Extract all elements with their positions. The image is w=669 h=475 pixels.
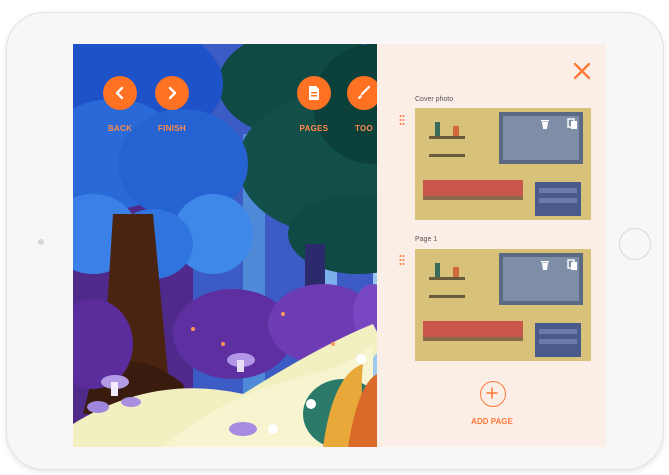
tablet-camera <box>38 239 44 245</box>
finish-button[interactable] <box>155 76 189 110</box>
add-page-label[interactable]: ADD PAGE <box>457 417 527 426</box>
finish-label: FINISH <box>157 124 187 133</box>
page-label-cover: Cover photo <box>415 96 454 103</box>
copy-icon[interactable] <box>567 118 578 130</box>
tools-button[interactable] <box>347 76 381 110</box>
drag-handle-icon[interactable] <box>399 114 405 126</box>
back-button[interactable] <box>103 76 137 110</box>
drag-handle-icon[interactable] <box>399 254 405 266</box>
brush-icon <box>358 85 371 99</box>
chevron-right-icon <box>168 86 177 100</box>
add-page-button[interactable] <box>480 381 506 407</box>
trash-icon[interactable] <box>540 118 550 130</box>
room-illustration <box>415 249 591 361</box>
trash-icon[interactable] <box>540 259 550 271</box>
page-thumbnail-page-1[interactable] <box>415 249 591 361</box>
page-thumbnail-cover[interactable] <box>415 108 591 220</box>
page-label-page-1: Page 1 <box>415 236 438 243</box>
plus-icon <box>485 386 498 399</box>
pages-panel: Cover photo Page 1 ADD PAGE <box>377 44 606 447</box>
close-icon[interactable] <box>572 61 592 81</box>
chevron-left-icon <box>115 86 124 100</box>
home-button[interactable] <box>619 228 651 260</box>
pages-label: PAGES <box>299 124 329 133</box>
copy-icon[interactable] <box>567 259 578 271</box>
room-illustration <box>415 108 591 220</box>
pages-button[interactable] <box>297 76 331 110</box>
pages-icon <box>309 86 319 100</box>
back-label: BACK <box>107 124 133 133</box>
